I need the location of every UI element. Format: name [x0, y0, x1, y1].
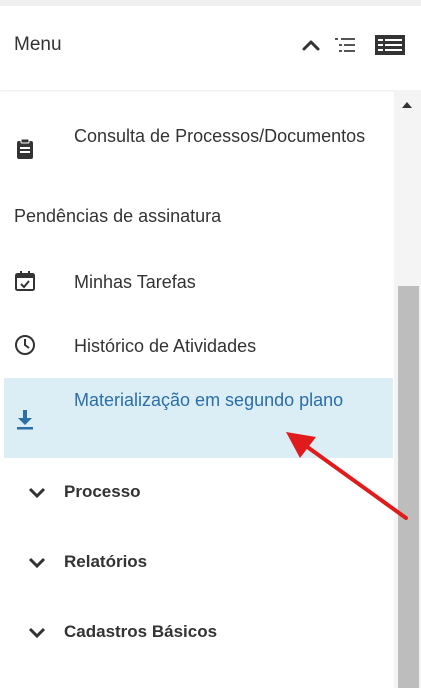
menu-item-label: Materialização em segundo plano	[74, 390, 344, 410]
menu-group-label: Cadastros Básicos	[64, 622, 218, 641]
menu-group-relatorios[interactable]: Relatórios	[4, 546, 393, 582]
list-view-button[interactable]	[372, 32, 408, 58]
calendar-check-icon	[14, 270, 36, 292]
scrollbar-thumb[interactable]	[398, 286, 419, 688]
menu-group-label: Processo	[64, 482, 141, 501]
menu-item-label: Consulta de Processos/Documentos	[74, 126, 366, 146]
clipboard-icon	[14, 138, 36, 160]
menu-item-historico[interactable]: Histórico de Atividades	[4, 326, 393, 366]
scroll-up-icon[interactable]	[401, 97, 413, 108]
clock-icon	[14, 334, 36, 356]
menu-item-label: Minhas Tarefas	[74, 272, 196, 292]
chevron-down-icon	[28, 556, 46, 570]
tree-view-button[interactable]	[334, 34, 356, 56]
menu-item-label: Pendências de assinatura	[14, 206, 222, 226]
chevron-up-icon	[302, 40, 320, 51]
menu-group-cadastros[interactable]: Cadastros Básicos	[4, 616, 393, 652]
menu-group-label: Relatórios	[64, 552, 148, 571]
menu-item-materializacao[interactable]: Materialização em segundo plano	[4, 378, 393, 458]
menu-header: Menu	[0, 6, 421, 90]
collapse-menu-button[interactable]	[298, 32, 324, 58]
menu-group-processo[interactable]: Processo	[4, 476, 393, 512]
tree-list-icon	[335, 38, 355, 52]
chevron-down-icon	[28, 486, 46, 500]
side-menu: Consulta de Processos/Documentos Pendênc…	[0, 90, 394, 688]
download-icon	[14, 408, 36, 430]
menu-title: Menu	[14, 34, 62, 55]
menu-item-pendencias[interactable]: Pendências de assinatura	[4, 198, 393, 234]
menu-item-label: Histórico de Atividades	[74, 336, 257, 356]
list-icon	[375, 35, 405, 55]
menu-item-consulta[interactable]: Consulta de Processos/Documentos	[4, 118, 393, 184]
chevron-down-icon	[28, 626, 46, 640]
menu-item-tarefas[interactable]: Minhas Tarefas	[4, 262, 393, 302]
